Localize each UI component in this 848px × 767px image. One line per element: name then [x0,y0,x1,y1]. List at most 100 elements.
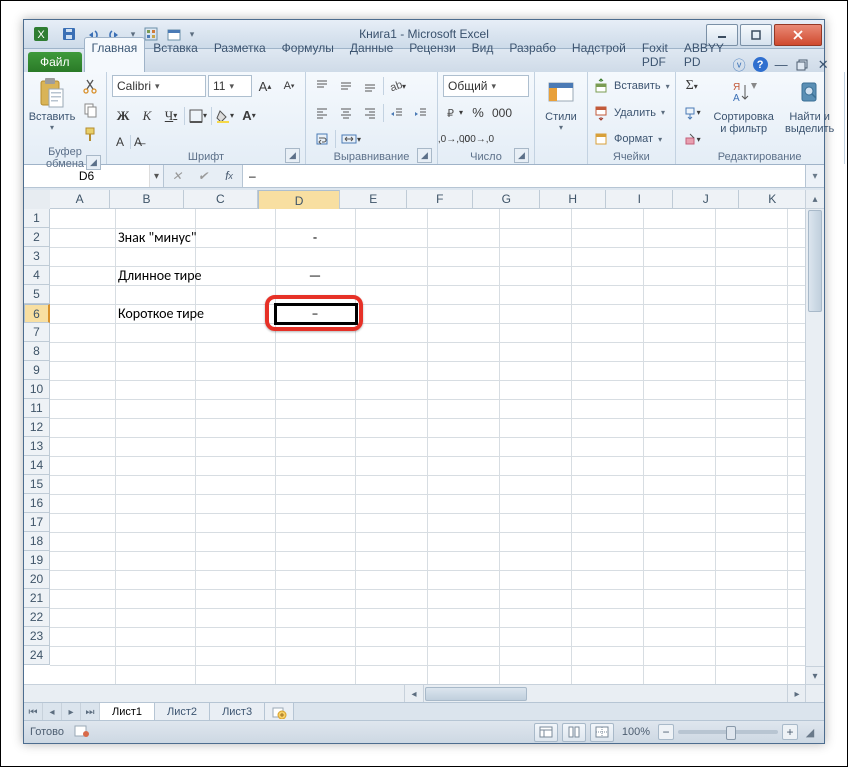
autosum-icon[interactable]: Σ ▾ [681,75,703,97]
doc-minimize-icon[interactable]: — [774,57,789,72]
column-header[interactable]: G [473,190,540,209]
close-button[interactable] [774,24,822,46]
cell[interactable]: - [275,228,355,247]
ribbon-tab[interactable]: Вставка [145,37,206,72]
ribbon-tab[interactable]: Разметка [206,37,274,72]
paste-button[interactable]: Вставить ▾ [29,75,75,145]
view-page-break-icon[interactable] [590,723,614,742]
sheet-tab[interactable]: Лист3 [210,703,265,721]
row-header[interactable]: 13 [24,437,50,456]
column-header[interactable]: H [540,190,607,209]
row-header[interactable]: 5 [24,285,50,304]
align-right-icon[interactable] [359,102,381,124]
scroll-up-icon[interactable]: ▴ [806,190,824,209]
formula-expand-icon[interactable]: ▾ [805,165,824,187]
ribbon-tab[interactable]: Foxit PDF [634,37,676,72]
row-header[interactable]: 12 [24,418,50,437]
row-header[interactable]: 21 [24,589,50,608]
font-color-icon[interactable]: A▾ [238,105,260,127]
file-tab[interactable]: Файл [28,52,82,72]
doc-close-icon[interactable]: ✕ [816,57,831,72]
bold-button[interactable]: Ж [112,105,134,127]
underline-button[interactable]: Ч ▾ [160,105,182,127]
new-sheet-tab[interactable] [265,703,294,721]
sort-filter-button[interactable]: ЯА Сортировка и фильтр [711,75,777,150]
ribbon-tab[interactable]: Надстрой [564,37,634,72]
zoom-value[interactable]: 100% [622,726,650,738]
ribbon-tab[interactable]: Главная [84,37,146,72]
tab-nav-next-icon[interactable]: ▸ [62,703,81,721]
vertical-scrollbar[interactable]: ▴ ▾ [805,190,824,685]
fx-icon[interactable]: fx [216,169,242,183]
increase-indent-icon[interactable] [410,102,432,124]
row-header[interactable]: 18 [24,532,50,551]
save-icon[interactable] [58,23,80,45]
row-header[interactable]: 10 [24,380,50,399]
row-header[interactable]: 24 [24,646,50,665]
border-icon[interactable]: ▾ [187,105,209,127]
comma-icon[interactable]: 000 [491,102,513,124]
tab-nav-first-icon[interactable]: ⏮ [24,703,43,721]
column-header[interactable]: I [606,190,673,209]
ribbon-tab[interactable]: Формулы [274,37,342,72]
column-header[interactable]: E [340,190,407,209]
row-header[interactable]: 16 [24,494,50,513]
column-header[interactable]: A [50,190,110,209]
decrease-indent-icon[interactable] [386,102,408,124]
hscroll-thumb[interactable] [425,687,527,701]
row-header[interactable]: 17 [24,513,50,532]
font-launcher-icon[interactable]: ◢ [285,148,300,163]
fill-icon[interactable]: ▾ [681,102,703,124]
help-icon[interactable]: ? [753,57,768,72]
cells-format-button[interactable]: Формат▾ [593,128,670,150]
number-launcher-icon[interactable]: ◢ [514,148,529,163]
view-page-layout-icon[interactable] [562,723,586,742]
row-header[interactable]: 20 [24,570,50,589]
column-header[interactable]: C [184,190,258,209]
cell[interactable]: Короткое тире [115,304,275,323]
zoom-in-button[interactable]: + [782,724,798,740]
ribbon-tab[interactable]: ABBYY PD [676,37,732,72]
row-header[interactable]: 7 [24,323,50,342]
row-header[interactable]: 11 [24,399,50,418]
cut-icon[interactable] [79,75,101,97]
column-header[interactable]: B [110,190,184,209]
column-header[interactable]: F [407,190,474,209]
row-header[interactable]: 4 [24,266,50,285]
scroll-down-icon[interactable]: ▾ [806,666,824,685]
ribbon-tab[interactable]: Разрабо [501,37,564,72]
app-icon[interactable]: X [30,23,52,45]
row-header[interactable]: 2 [24,228,50,247]
row-header[interactable]: 8 [24,342,50,361]
row-header[interactable]: 9 [24,361,50,380]
cells-delete-button[interactable]: Удалить▾ [593,102,670,124]
format-painter-icon[interactable] [79,123,101,145]
tab-nav-prev-icon[interactable]: ◂ [43,703,62,721]
align-top-icon[interactable] [311,75,333,97]
italic-button[interactable]: К [136,105,158,127]
align-middle-icon[interactable] [335,75,357,97]
vscroll-thumb[interactable] [808,210,822,312]
font-size-select[interactable]: 11▾ [208,75,252,97]
horizontal-scrollbar[interactable]: ◂ ▸ [404,685,806,703]
number-format-select[interactable]: Общий▾ [443,75,529,97]
row-header[interactable]: 15 [24,475,50,494]
find-select-button[interactable]: Найти и выделить [781,75,839,150]
shrink-font-icon[interactable]: A▾ [278,75,300,97]
zoom-out-button[interactable]: − [658,724,674,740]
clipboard-launcher-icon[interactable]: ◢ [86,155,101,170]
decrease-decimal-icon[interactable]: ,00→,0 [467,128,489,150]
cell[interactable]: Длинное тире [115,266,275,285]
maximize-button[interactable] [740,24,772,46]
copy-icon[interactable] [79,99,101,121]
orientation-icon[interactable]: ab▾ [386,75,408,97]
row-header[interactable]: 3 [24,247,50,266]
row-header[interactable]: 22 [24,608,50,627]
accounting-icon[interactable]: ₽▾ [443,102,465,124]
column-header[interactable]: K [739,190,806,209]
clear-icon[interactable]: ▾ [681,128,703,150]
name-box-dropdown-icon[interactable]: ▾ [149,165,163,187]
align-left-icon[interactable] [311,102,333,124]
zoom-slider[interactable] [678,730,778,734]
row-header[interactable]: 23 [24,627,50,646]
